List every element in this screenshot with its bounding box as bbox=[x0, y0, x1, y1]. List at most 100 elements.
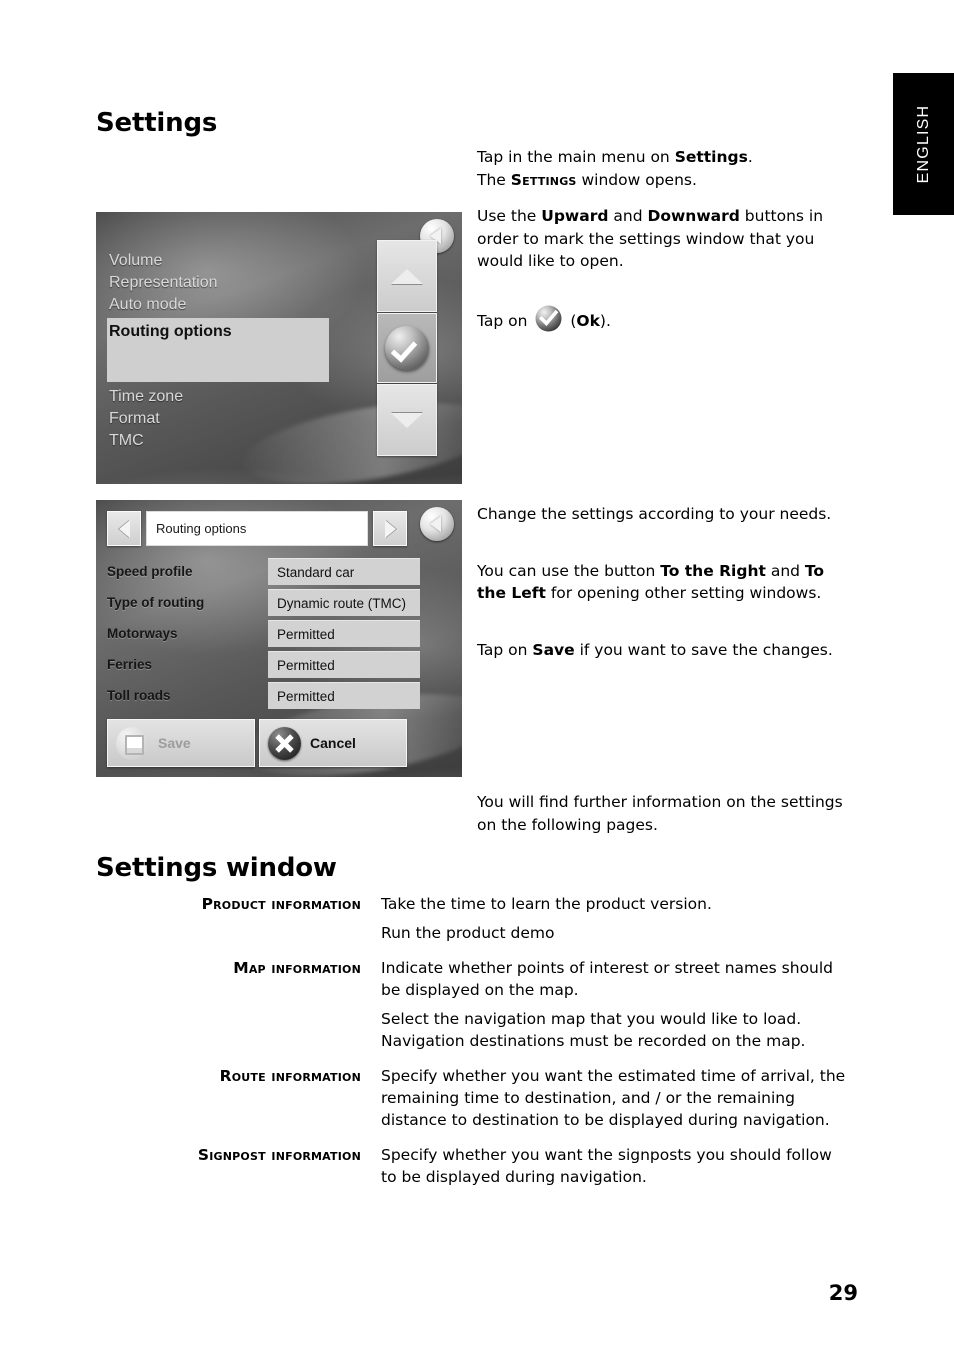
floppy-disk-icon bbox=[116, 726, 149, 760]
text-bold-settings: Settings bbox=[674, 148, 748, 166]
text-bold-downward: Downward bbox=[647, 207, 740, 225]
cancel-button[interactable]: Cancel bbox=[259, 719, 407, 767]
language-tab-label: ENGLISH bbox=[914, 104, 932, 184]
table-row: Type of routing Dynamic route (TMC) bbox=[96, 587, 462, 618]
screenshot-settings-list: Volume Representation Auto mode Routing … bbox=[96, 212, 462, 484]
settings-side-buttons bbox=[377, 240, 437, 456]
instruction-block-settings-menu: Tap in the main menu on Settings. The Se… bbox=[477, 146, 849, 332]
definition-paragraph: Specify whether you want the signposts y… bbox=[381, 1146, 832, 1186]
text-fragment: Tap on bbox=[477, 311, 533, 330]
page-number: 29 bbox=[828, 1281, 858, 1305]
instruction-line-upward-downward: Use the Upward and Downward buttons in o… bbox=[477, 205, 849, 273]
row-value[interactable]: Permitted bbox=[268, 620, 420, 647]
text-fragment: if you want to save the changes. bbox=[574, 640, 833, 659]
definition-paragraph: Specify whether you want the estimated t… bbox=[381, 1067, 846, 1129]
list-item[interactable]: Volume bbox=[107, 250, 329, 272]
definition-row: Signpost information Specify whether you… bbox=[96, 1144, 848, 1188]
list-item[interactable]: Time zone bbox=[107, 386, 329, 408]
settings-window-definition-list: Product information Take the time to lea… bbox=[96, 893, 848, 1201]
definition-description: Indicate whether points of interest or s… bbox=[381, 957, 848, 1052]
definition-paragraph: Run the product demo bbox=[381, 924, 555, 942]
row-label: Motorways bbox=[107, 626, 178, 641]
scroll-down-button[interactable] bbox=[377, 384, 437, 456]
list-item[interactable]: TMC bbox=[107, 430, 329, 452]
definition-description: Take the time to learn the product versi… bbox=[381, 893, 848, 944]
text-fragment: Tap on bbox=[477, 640, 533, 659]
row-value[interactable]: Permitted bbox=[268, 682, 420, 709]
row-label: Toll roads bbox=[107, 688, 171, 703]
instruction-line-tap-ok: Tap on (Ok). bbox=[477, 305, 849, 333]
text-fragment: You can use the button bbox=[477, 561, 661, 580]
table-row: Toll roads Permitted bbox=[96, 680, 462, 711]
close-x-icon bbox=[268, 726, 301, 760]
table-row: Ferries Permitted bbox=[96, 649, 462, 680]
row-value[interactable]: Standard car bbox=[268, 558, 420, 585]
instruction-line-window-opens: The Settings window opens. bbox=[477, 169, 849, 192]
text-fragment: and bbox=[608, 207, 648, 225]
check-icon bbox=[385, 326, 429, 370]
text-bold-ok: Ok bbox=[576, 311, 600, 330]
instruction-line-change-settings: Change the settings according to your ne… bbox=[477, 505, 832, 523]
triangle-up-icon bbox=[391, 268, 423, 284]
text-fragment: and bbox=[765, 561, 805, 580]
row-label: Type of routing bbox=[107, 595, 205, 610]
list-item[interactable]: Representation bbox=[107, 272, 329, 294]
to-the-left-button[interactable] bbox=[107, 511, 141, 546]
ok-button[interactable] bbox=[377, 313, 437, 383]
cancel-button-label: Cancel bbox=[310, 735, 356, 751]
definition-paragraph: Take the time to learn the product versi… bbox=[381, 895, 712, 913]
triangle-left-icon bbox=[118, 519, 130, 538]
row-label: Ferries bbox=[107, 657, 153, 672]
save-button[interactable]: Save bbox=[107, 719, 255, 767]
text-fragment: ( bbox=[565, 311, 577, 330]
list-item[interactable]: Auto mode bbox=[107, 294, 329, 316]
instruction-line-further-information: You will find further information on the… bbox=[477, 793, 843, 834]
table-row: Motorways Permitted bbox=[96, 618, 462, 649]
definition-term: Map information bbox=[233, 959, 361, 977]
instruction-line-tap-save: Tap on Save if you want to save the chan… bbox=[477, 639, 849, 662]
list-item[interactable]: Format bbox=[107, 408, 329, 430]
instruction-line-right-left-buttons: You can use the button To the Right and … bbox=[477, 560, 849, 605]
settings-list: Volume Representation Auto mode Routing … bbox=[107, 250, 329, 452]
text-fragment: ). bbox=[599, 311, 611, 330]
page-title: Settings bbox=[96, 108, 218, 138]
instruction-line-tap-settings: Tap in the main menu on Settings. bbox=[477, 146, 849, 169]
definition-term: Product information bbox=[201, 895, 361, 913]
screenshot-routing-options: Routing options Speed profile Standard c… bbox=[96, 500, 462, 777]
definition-description: Specify whether you want the estimated t… bbox=[381, 1065, 848, 1131]
triangle-right-icon bbox=[384, 519, 396, 538]
to-the-right-button[interactable] bbox=[373, 511, 407, 546]
definition-paragraph: Select the navigation map that you would… bbox=[381, 1010, 806, 1050]
definition-row: Map information Indicate whether points … bbox=[96, 957, 848, 1052]
text-bold-save: Save bbox=[532, 640, 575, 659]
instruction-block-routing-options: Change the settings according to your ne… bbox=[477, 503, 849, 661]
text-fragment: for opening other setting windows. bbox=[545, 584, 822, 602]
definition-term: Route information bbox=[219, 1067, 361, 1085]
definition-row: Route information Specify whether you wa… bbox=[96, 1065, 848, 1131]
table-row: Speed profile Standard car bbox=[96, 556, 462, 587]
row-value[interactable]: Dynamic route (TMC) bbox=[268, 589, 420, 616]
text-fragment: Tap in the main menu on bbox=[477, 148, 675, 166]
section-title: Settings window bbox=[96, 853, 337, 883]
triangle-left-glyph bbox=[430, 516, 441, 532]
row-value[interactable]: Permitted bbox=[268, 651, 420, 678]
triangle-down-icon bbox=[391, 412, 423, 428]
text-bold-upward: Upward bbox=[541, 207, 609, 225]
back-arrow-icon[interactable] bbox=[420, 507, 454, 541]
text-bold-to-the-right: To the Right bbox=[660, 561, 766, 580]
save-button-label: Save bbox=[158, 735, 191, 751]
ok-check-icon bbox=[535, 305, 562, 332]
list-item-selected-routing-options[interactable]: Routing options bbox=[107, 318, 329, 382]
text-smallcaps-settings: Settings bbox=[510, 170, 577, 189]
language-tab: ENGLISH bbox=[893, 73, 954, 215]
text-fragment: Use the bbox=[477, 207, 542, 225]
definition-term: Signpost information bbox=[197, 1146, 361, 1164]
instruction-block-further-information: You will find further information on the… bbox=[477, 791, 849, 836]
row-label: Speed profile bbox=[107, 564, 193, 579]
scroll-up-button[interactable] bbox=[377, 240, 437, 312]
definition-row: Product information Take the time to lea… bbox=[96, 893, 848, 944]
